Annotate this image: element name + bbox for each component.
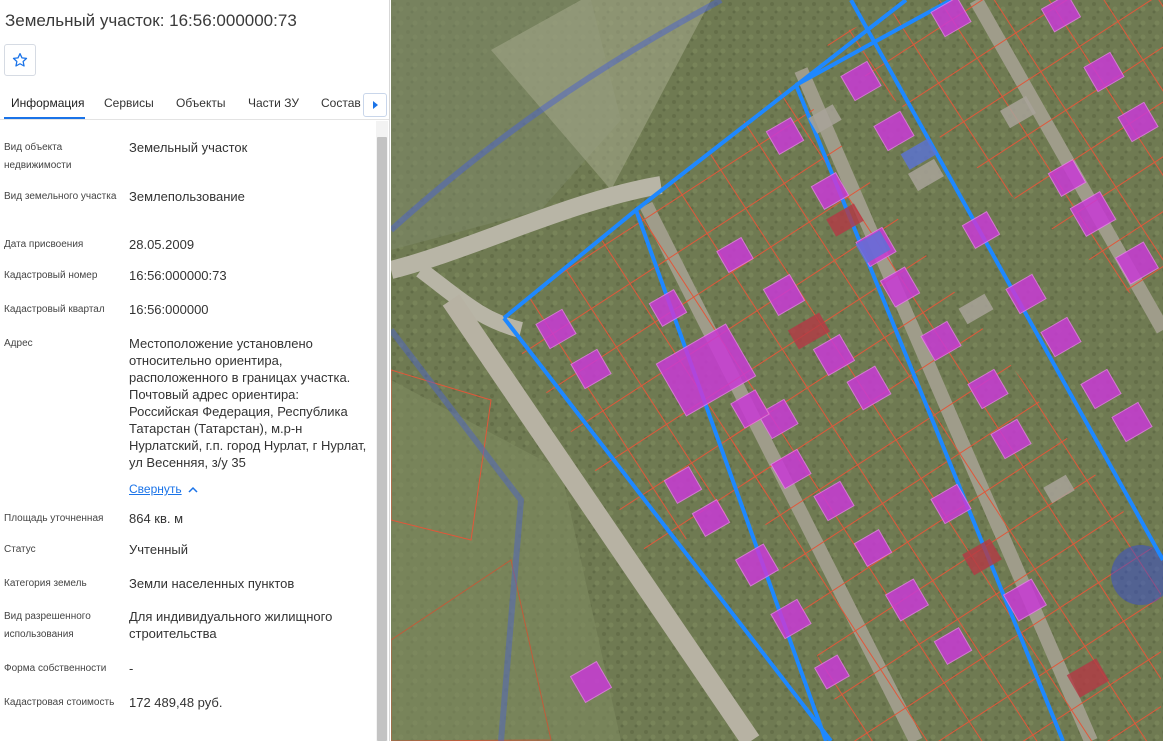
tabs-scroll-right-button[interactable] [363,93,387,117]
star-icon [12,52,28,67]
field-label: Дата присвоения [4,239,84,250]
tab-composition[interactable]: Состав [321,96,361,110]
info-panel: Земельный участок: 16:56:000000:73 Инфор… [0,0,390,741]
field-value: 864 кв. м [129,511,184,526]
active-tab-indicator [4,117,85,119]
cadastral-map[interactable] [391,0,1163,741]
map-canvas[interactable] [391,0,1163,741]
field-value: Земли населенных пунктов [129,576,295,591]
tab-info[interactable]: Информация [11,96,84,110]
field-value: 16:56:000000:73 [129,268,227,283]
field-value: Для индивидуального жилищного строительс… [129,609,333,641]
field-label: Вид разрешенного использования [4,611,91,640]
field-label: Кадастровая стоимость [4,697,115,708]
field-value: Землепользование [129,189,245,204]
field-label: Статус [4,544,36,555]
field-value: Учтенный [129,542,189,557]
tab-parts[interactable]: Части ЗУ [248,96,299,110]
collapse-label: Свернуть [129,482,182,496]
field-label: Кадастровый квартал [4,304,105,315]
field-value: Земельный участок [129,140,248,155]
chevron-right-icon [373,101,378,109]
info-content: Вид объекта недвижимости Земельный участ… [0,121,376,741]
collapse-address-link[interactable]: Свернуть [129,482,198,496]
chevron-up-icon [188,486,198,493]
field-value: 16:56:000000 [129,302,209,317]
tab-services[interactable]: Сервисы [104,96,154,110]
field-value: - [129,661,134,676]
page-title: Земельный участок: 16:56:000000:73 [5,11,297,30]
field-label: Вид объекта недвижимости [4,142,72,171]
favorite-button[interactable] [4,44,36,76]
field-label: Кадастровый номер [4,270,98,281]
scrollbar-thumb[interactable] [377,137,387,741]
tab-bar: Информация Сервисы Объекты Части ЗУ Сост… [0,88,389,120]
field-value: 172 489,48 руб. [129,695,223,710]
info-scrollbar[interactable] [376,121,388,741]
field-label: Площадь уточненная [4,513,104,524]
field-label: Адрес [4,338,33,349]
field-label: Вид земельного участка [4,191,117,202]
field-value: 28.05.2009 [129,237,195,252]
field-label: Форма собственности [4,663,107,674]
tab-objects[interactable]: Объекты [176,96,226,110]
field-label: Категория земель [4,578,87,589]
field-value: Местоположение установлено относительно … [129,336,367,470]
